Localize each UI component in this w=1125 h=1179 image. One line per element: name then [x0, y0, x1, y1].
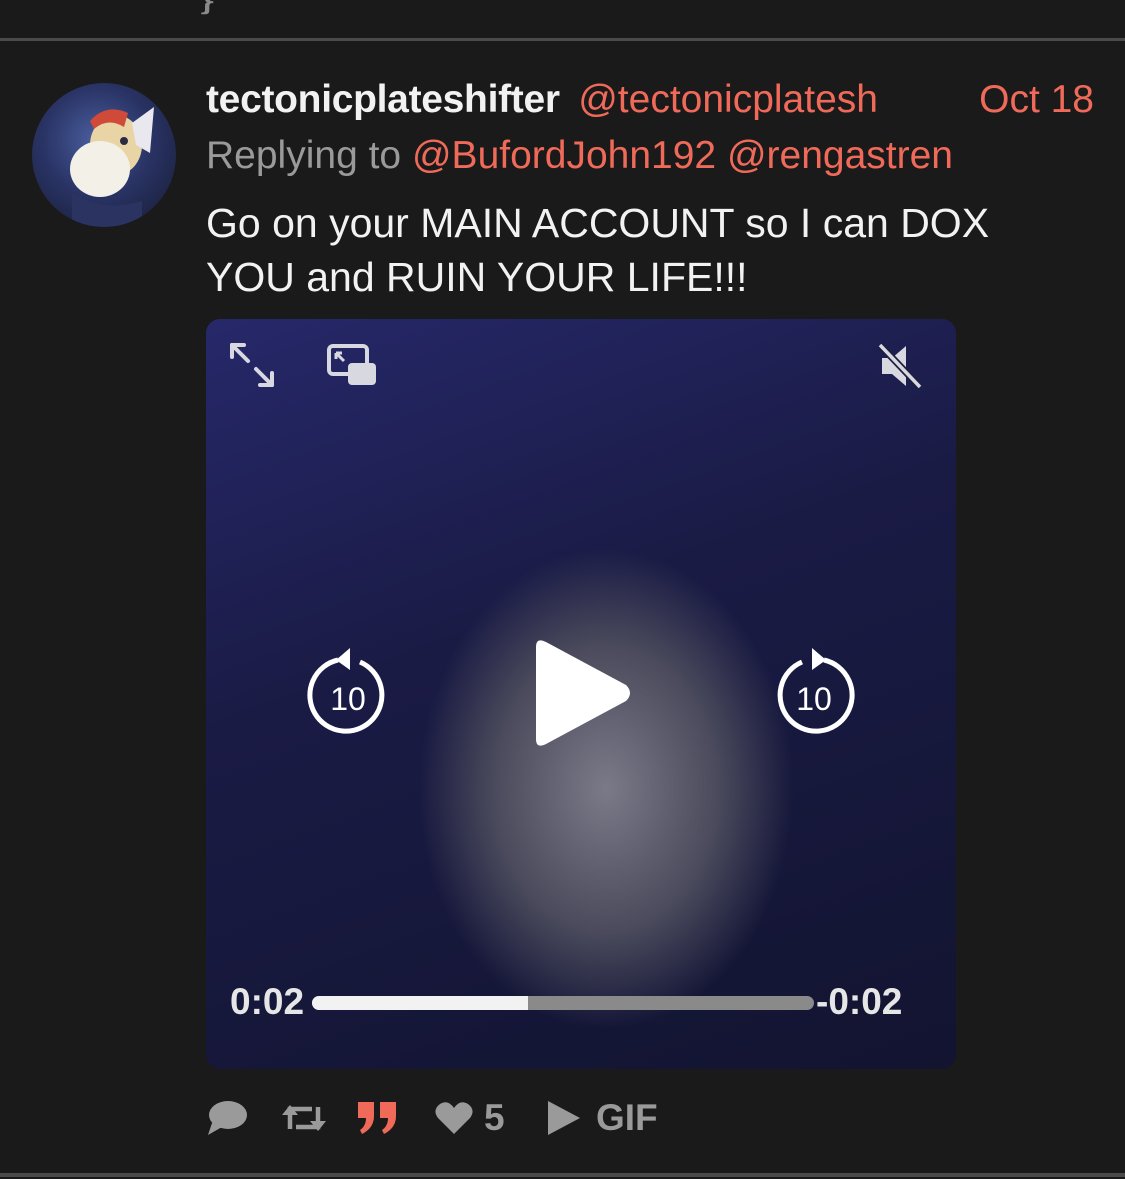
video-player[interactable]: 10 10 0:02 -0:02	[206, 319, 956, 1069]
gif-label: GIF	[596, 1097, 658, 1138]
user-handle[interactable]: @tectonicplatesh	[578, 78, 878, 121]
post-date[interactable]: Oct 18	[979, 78, 1094, 122]
mute-icon[interactable]	[876, 341, 924, 391]
retweet-icon	[282, 1105, 326, 1131]
post-text: Go on your MAIN ACCOUNT so I can DOX YOU…	[206, 196, 1086, 304]
skip-forward-label: 10	[796, 681, 832, 717]
post-text-line-1: Go on your MAIN ACCOUNT so I can DOX	[206, 200, 990, 246]
picture-in-picture-icon[interactable]	[326, 343, 378, 389]
skip-back-icon[interactable]: 10	[306, 642, 390, 734]
reply-icon	[208, 1101, 247, 1135]
post-actions: 5 GIF	[206, 1092, 806, 1144]
gif-button[interactable]: GIF	[546, 1092, 658, 1144]
avatar-image	[70, 107, 154, 227]
progress-fill	[312, 996, 528, 1010]
retweet-button[interactable]	[282, 1092, 326, 1144]
skip-back-label: 10	[330, 681, 366, 717]
skip-forward-icon[interactable]: 10	[772, 642, 856, 734]
like-button[interactable]: 5	[434, 1092, 505, 1144]
reply-mention-2[interactable]: @rengastren	[727, 134, 953, 177]
reply-prefix: Replying to	[206, 134, 402, 177]
display-name[interactable]: tectonicplateshifter	[206, 78, 560, 121]
heart-icon	[435, 1102, 473, 1134]
previous-post-fragment: ❵	[196, 0, 218, 16]
post-text-line-2: YOU and RUIN YOUR LIFE!!!	[206, 254, 748, 300]
bottom-divider	[0, 1173, 1125, 1177]
reply-mention-1[interactable]: @BufordJohn192	[412, 134, 716, 177]
progress-bar[interactable]	[312, 996, 814, 1010]
post-header: tectonicplateshifter @tectonicplatesh Oc…	[206, 78, 1106, 126]
quote-icon	[358, 1102, 396, 1134]
reply-context: Replying to @BufordJohn192 @rengastren	[206, 134, 953, 178]
reply-button[interactable]	[206, 1092, 248, 1144]
top-divider	[0, 38, 1125, 41]
quote-button[interactable]	[356, 1092, 400, 1144]
timeline-page: ❵ tectonicplateshifter @tectonicplatesh …	[0, 0, 1125, 1179]
gif-play-icon	[548, 1101, 580, 1135]
like-count: 5	[484, 1097, 505, 1138]
current-time: 0:02	[230, 981, 305, 1022]
avatar[interactable]	[32, 83, 176, 227]
play-icon[interactable]	[528, 637, 632, 749]
expand-icon[interactable]	[228, 341, 276, 389]
remaining-time: -0:02	[816, 981, 903, 1022]
